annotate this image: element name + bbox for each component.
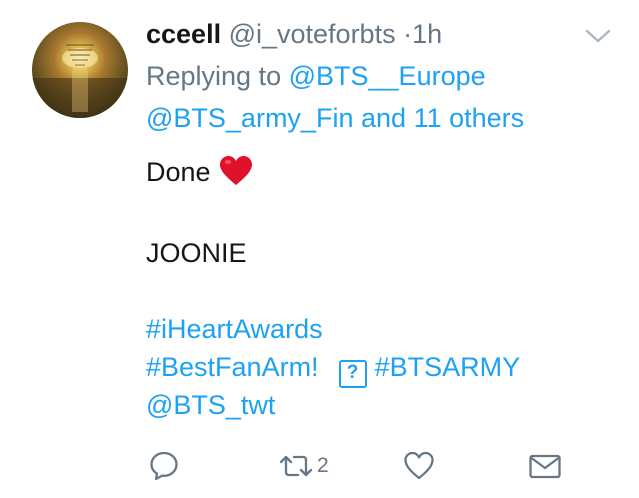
chevron-down-icon[interactable]	[585, 28, 611, 44]
mention-bts-twt-link[interactable]: @BTS_twt	[146, 390, 275, 420]
tweet-text-line-4: #BestFanArm!? #BTSARMY	[146, 349, 520, 388]
hashtag-iheartawards-link[interactable]: #iHeartAwards	[146, 314, 323, 344]
reply-others-link[interactable]: 11 others	[414, 103, 525, 133]
unknown-glyph-icon: ?	[338, 360, 367, 388]
like-button[interactable]	[403, 446, 435, 486]
reply-to-second-user-link[interactable]: @BTS_army_Fin	[146, 103, 353, 133]
direct-message-button[interactable]	[528, 446, 562, 486]
tweet-text-line-5: @BTS_twt	[146, 387, 275, 423]
replying-to-line-2: @BTS_army_Fin and 11 others	[146, 100, 524, 136]
separator-dot: ·	[403, 19, 413, 49]
tweet-text-line-1: Done	[146, 154, 253, 190]
tweet-text-done: Done	[146, 157, 211, 187]
red-heart-emoji-icon	[219, 156, 252, 185]
heart-outline-icon	[404, 451, 434, 480]
reply-to-user-link[interactable]: @BTS__Europe	[289, 61, 486, 91]
display-name[interactable]: cceell	[146, 19, 221, 49]
tweet-text-joonie: JOONIE	[146, 238, 247, 268]
envelope-icon	[529, 454, 561, 479]
tweet-text-line-2: JOONIE	[146, 235, 247, 271]
reply-and-text[interactable]: and	[361, 103, 406, 133]
tweet-header: cceell @i_voteforbts ·1h	[146, 16, 442, 52]
hashtag-bestfanarm-link[interactable]: #BestFanArm!	[146, 352, 319, 382]
hashtag-btsarmy-link[interactable]: #BTSARMY	[375, 352, 521, 382]
replying-to-label: Replying to	[146, 61, 282, 91]
tweet-text-line-3: #iHeartAwards	[146, 311, 323, 347]
retweet-button[interactable]: 2	[278, 446, 329, 486]
retweet-icon	[279, 455, 313, 477]
user-handle[interactable]: @i_voteforbts	[229, 19, 396, 49]
replying-to-line: Replying to @BTS__Europe	[146, 58, 486, 94]
reply-bubble-icon	[150, 451, 178, 481]
reply-button[interactable]	[148, 446, 180, 486]
avatar[interactable]	[32, 22, 128, 118]
avatar-sunset-image	[32, 44, 128, 118]
retweet-count: 2	[317, 454, 329, 477]
timestamp[interactable]: 1h	[412, 19, 442, 49]
tweet-action-bar: 2	[0, 446, 639, 486]
